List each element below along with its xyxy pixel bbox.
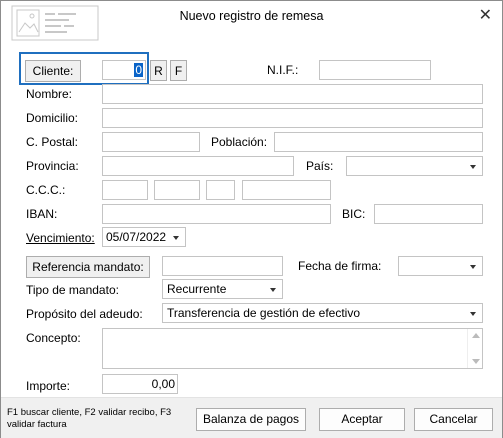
pais-select[interactable] bbox=[346, 156, 483, 176]
domicilio-input[interactable] bbox=[102, 108, 483, 128]
ccc-oficina-input[interactable] bbox=[154, 180, 200, 200]
cliente-button[interactable]: Cliente: bbox=[25, 60, 81, 82]
tipo-mandato-select[interactable]: Recurrente bbox=[162, 279, 283, 299]
iban-input[interactable] bbox=[102, 204, 331, 224]
aceptar-button[interactable]: Aceptar bbox=[319, 408, 405, 431]
cpostal-label: C. Postal: bbox=[26, 135, 79, 149]
importe-input[interactable]: 0,00 bbox=[102, 374, 178, 394]
nif-input[interactable] bbox=[319, 60, 431, 80]
referencia-mandato-button[interactable]: Referencia mandato: bbox=[26, 256, 150, 278]
r-button[interactable]: R bbox=[150, 60, 167, 81]
bic-label: BIC: bbox=[342, 207, 366, 221]
provincia-input[interactable] bbox=[102, 156, 294, 176]
ccc-dc-input[interactable] bbox=[206, 180, 235, 200]
proposito-value: Transferencia de gestión de efectivo bbox=[167, 306, 361, 320]
importe-label: Importe: bbox=[26, 379, 71, 393]
f-button[interactable]: F bbox=[170, 60, 187, 81]
cancelar-button[interactable]: Cancelar bbox=[414, 408, 493, 431]
poblacion-input[interactable] bbox=[274, 132, 483, 152]
footer-bar: F1 buscar cliente, F2 validar recibo, F3… bbox=[1, 397, 502, 438]
cliente-code-value: 0 bbox=[134, 63, 143, 77]
scroll-up-icon[interactable] bbox=[472, 333, 480, 338]
cpostal-input[interactable] bbox=[102, 132, 200, 152]
pais-label: País: bbox=[306, 159, 334, 173]
nombre-label: Nombre: bbox=[26, 87, 73, 101]
proposito-select[interactable]: Transferencia de gestión de efectivo bbox=[162, 303, 483, 323]
fecha-firma-picker[interactable] bbox=[398, 256, 483, 276]
ccc-cuenta-input[interactable] bbox=[242, 180, 331, 200]
balanza-pagos-button[interactable]: Balanza de pagos bbox=[196, 408, 306, 431]
importe-value: 0,00 bbox=[151, 377, 175, 391]
iban-label: IBAN: bbox=[26, 207, 58, 221]
vencimiento-value: 05/07/2022 bbox=[106, 230, 167, 244]
referencia-mandato-input[interactable] bbox=[162, 256, 283, 276]
vencimiento-label: Vencimiento: bbox=[26, 231, 95, 245]
fecha-firma-label: Fecha de firma: bbox=[298, 259, 382, 273]
poblacion-label: Población: bbox=[211, 135, 268, 149]
tipo-mandato-value: Recurrente bbox=[167, 282, 227, 296]
scroll-down-icon[interactable] bbox=[472, 359, 480, 364]
tipo-mandato-label: Tipo de mandato: bbox=[26, 283, 119, 297]
window-title: Nuevo registro de remesa bbox=[179, 9, 324, 23]
nif-label: N.I.F.: bbox=[267, 63, 299, 77]
dialog-window: Nuevo registro de remesa ✕ Cliente: 0 R … bbox=[0, 0, 503, 438]
cliente-code-input[interactable]: 0 bbox=[102, 60, 146, 80]
ccc-entidad-input[interactable] bbox=[102, 180, 148, 200]
close-icon[interactable]: ✕ bbox=[479, 5, 492, 25]
ccc-label: C.C.C.: bbox=[26, 183, 66, 197]
domicilio-label: Domicilio: bbox=[26, 111, 79, 125]
concepto-textarea[interactable] bbox=[102, 328, 483, 369]
proposito-label: Propósito del adeudo: bbox=[26, 307, 143, 321]
concepto-label: Concepto: bbox=[26, 331, 81, 345]
concepto-scrollbar[interactable] bbox=[467, 329, 482, 368]
vencimiento-date-picker[interactable]: 05/07/2022 bbox=[102, 227, 186, 247]
bic-input[interactable] bbox=[374, 204, 483, 224]
provincia-label: Provincia: bbox=[26, 159, 79, 173]
nombre-input[interactable] bbox=[102, 84, 483, 104]
shortcut-hint: F1 buscar cliente, F2 validar recibo, F3… bbox=[7, 407, 172, 430]
